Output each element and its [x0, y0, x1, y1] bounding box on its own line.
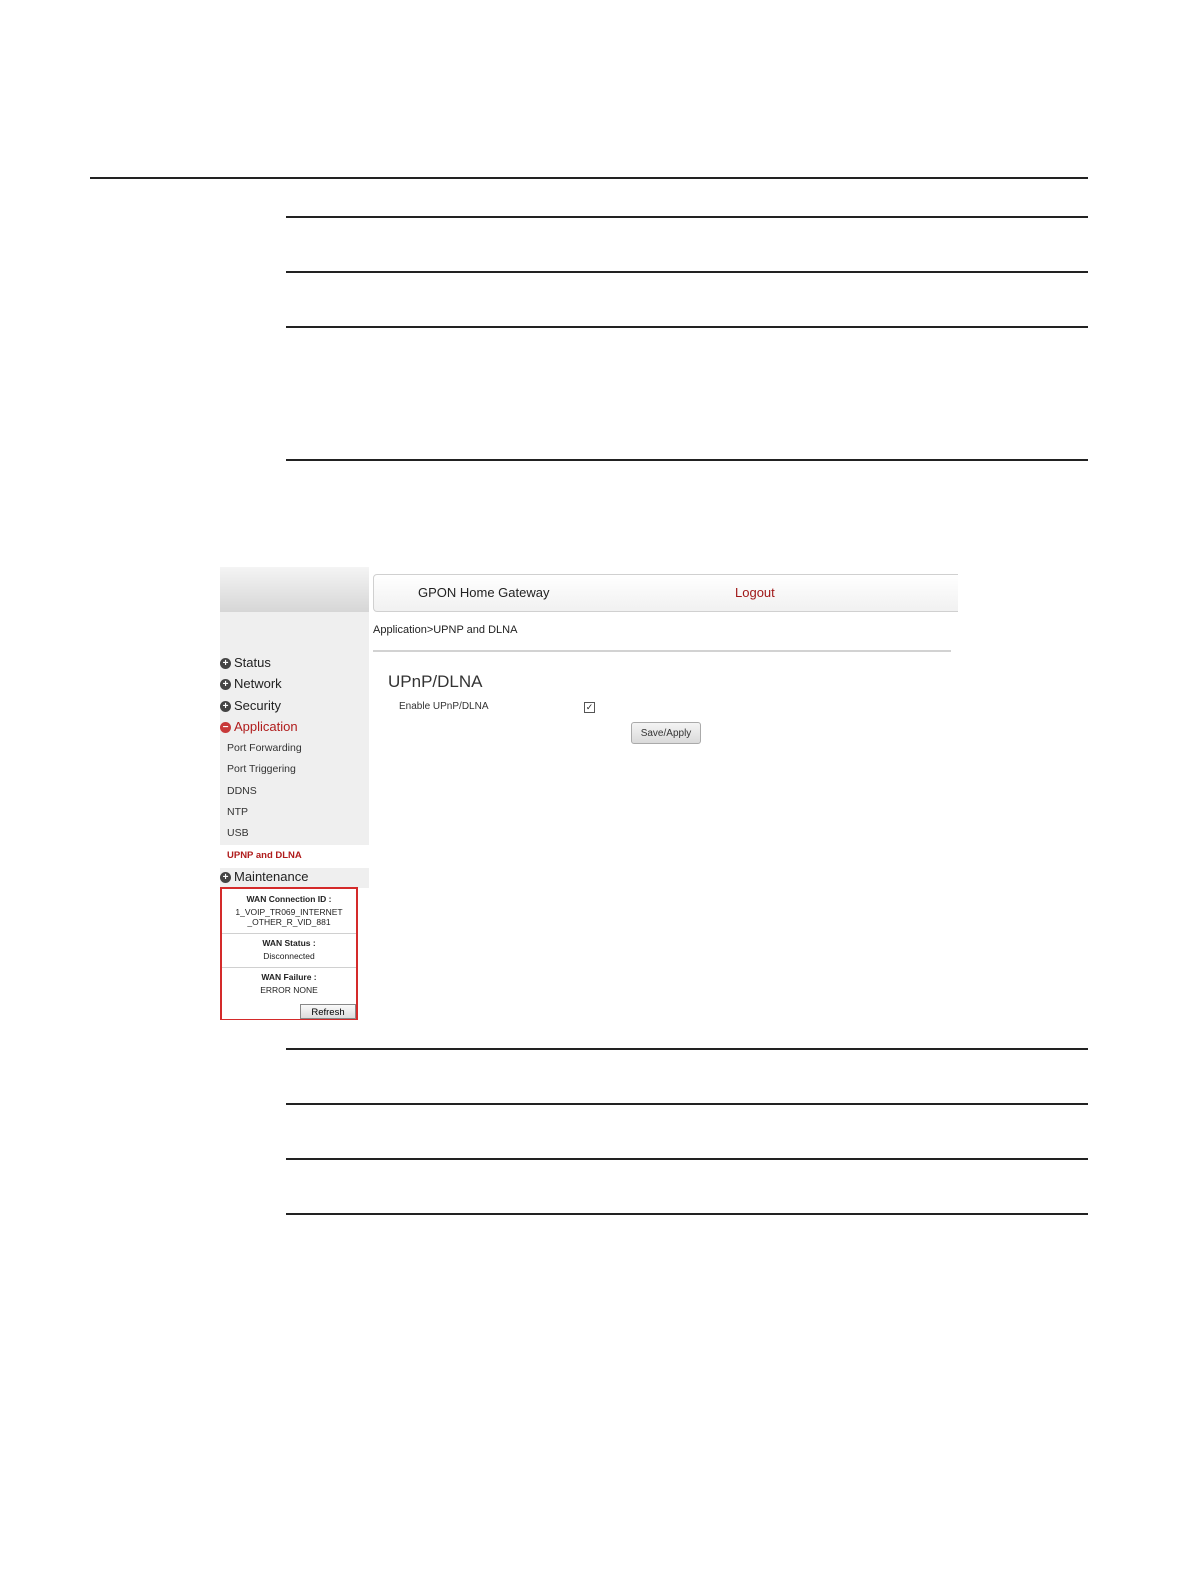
sidebar-item-label: Maintenance [234, 869, 309, 884]
expand-icon: + [220, 658, 231, 669]
wan-connection-id-label: WAN Connection ID : [246, 894, 332, 904]
save-apply-button[interactable]: Save/Apply [631, 722, 701, 744]
wan-status-section: WAN Status : Disconnected [222, 934, 356, 968]
submenu-usb[interactable]: USB [227, 824, 249, 842]
wan-failure-value: ERROR NONE [260, 985, 318, 995]
sidebar-item-network[interactable]: + Network [220, 674, 282, 694]
table-rule [286, 271, 1088, 273]
expand-icon: + [220, 679, 231, 690]
wan-connection-id-value: 1_VOIP_TR069_INTERNET [235, 907, 343, 917]
refresh-button[interactable]: Refresh [300, 1004, 356, 1019]
sidebar-item-label: Application [234, 719, 298, 734]
sidebar-item-status[interactable]: + Status [220, 653, 271, 673]
expand-icon: + [220, 872, 231, 883]
wan-failure-section: WAN Failure : ERROR NONE [222, 968, 356, 995]
page-title: UPnP/DLNA [388, 672, 483, 691]
sidebar-item-application[interactable]: − Application [220, 717, 298, 737]
wan-connection-id-value: _OTHER_R_VID_881 [247, 917, 331, 927]
submenu-upnp-dlna[interactable]: UPNP and DLNA [227, 847, 302, 865]
table-rule [286, 1103, 1088, 1105]
checkmark-icon: ✓ [585, 702, 594, 712]
wan-failure-label: WAN Failure : [261, 972, 317, 982]
sidebar-item-maintenance[interactable]: + Maintenance [220, 867, 308, 887]
page-header-rule [90, 177, 1088, 179]
content-divider [373, 650, 951, 652]
top-header: GPON Home Gateway Logout [373, 574, 958, 612]
sidebar-item-label: Status [234, 655, 271, 670]
sidebar-item-security[interactable]: + Security [220, 696, 281, 716]
wan-status-label: WAN Status : [262, 938, 316, 948]
table-rule [286, 1158, 1088, 1160]
logout-link[interactable]: Logout [735, 585, 775, 600]
app-title: GPON Home Gateway [418, 585, 550, 600]
enable-upnp-label: Enable UPnP/DLNA [399, 701, 489, 712]
breadcrumb: Application>UPNP and DLNA [373, 624, 518, 636]
sidebar-logo-area [220, 567, 369, 612]
table-rule [286, 459, 1088, 461]
sidebar-item-label: Network [234, 676, 282, 691]
table-rule [286, 326, 1088, 328]
wan-status-value: Disconnected [263, 951, 315, 961]
submenu-ddns[interactable]: DDNS [227, 782, 257, 800]
router-web-ui: + Status + Network + Security − Application … [220, 567, 958, 1020]
wan-connection-section: WAN Connection ID : 1_VOIP_TR069_INTERNE… [222, 889, 356, 934]
wan-status-panel: WAN Connection ID : 1_VOIP_TR069_INTERNE… [220, 887, 358, 1020]
collapse-icon: − [220, 722, 231, 733]
table-rule [286, 1213, 1088, 1215]
submenu-port-triggering[interactable]: Port Triggering [227, 760, 296, 778]
sidebar-item-label: Security [234, 698, 281, 713]
expand-icon: + [220, 701, 231, 712]
submenu-port-forwarding[interactable]: Port Forwarding [227, 739, 302, 757]
enable-upnp-checkbox[interactable]: ✓ [584, 702, 595, 713]
submenu-ntp[interactable]: NTP [227, 803, 248, 821]
table-rule [286, 1048, 1088, 1050]
table-rule [286, 216, 1088, 218]
